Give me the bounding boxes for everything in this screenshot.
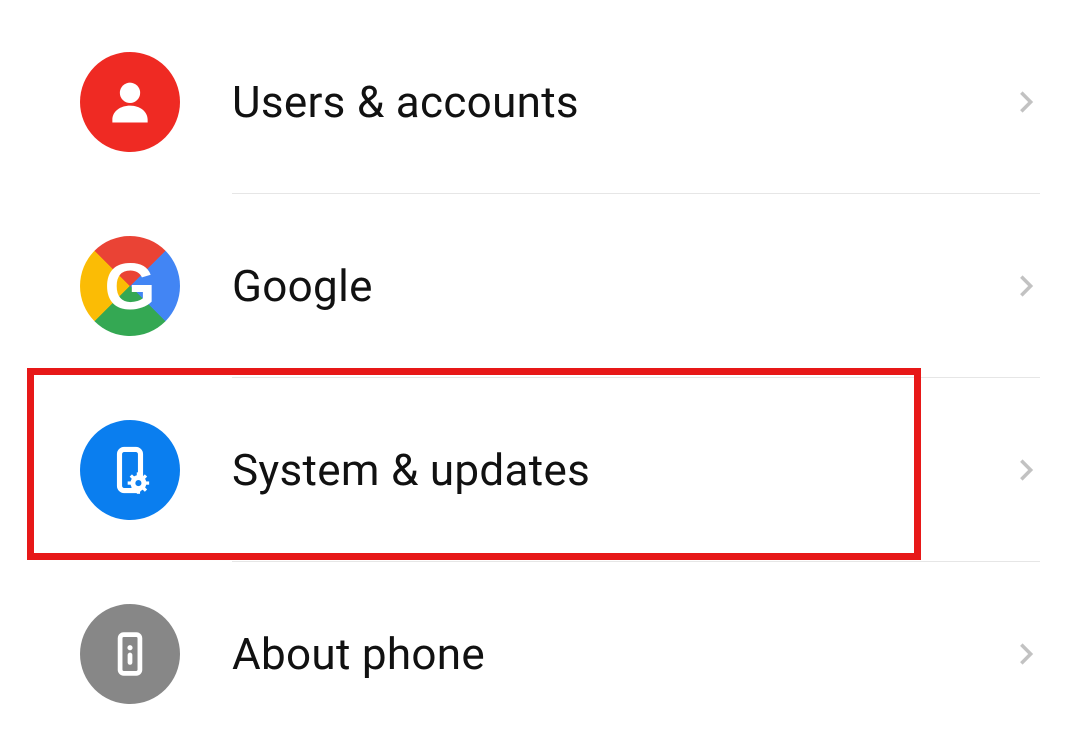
- settings-item-label: System & updates: [232, 444, 590, 496]
- settings-list: Users & accounts G Google: [0, 0, 1080, 745]
- google-icon: G: [80, 236, 180, 336]
- settings-item-label: Google: [232, 260, 373, 312]
- chevron-right-icon: [1012, 88, 1040, 116]
- phone-gear-icon: [80, 420, 180, 520]
- settings-item-users-accounts[interactable]: Users & accounts: [0, 10, 1080, 194]
- chevron-right-icon: [1012, 272, 1040, 300]
- user-icon: [80, 52, 180, 152]
- settings-item-about-phone[interactable]: About phone: [0, 562, 1080, 746]
- chevron-right-icon: [1012, 640, 1040, 668]
- settings-item-system-updates[interactable]: System & updates: [0, 378, 1080, 562]
- settings-item-google[interactable]: G Google: [0, 194, 1080, 378]
- settings-item-label: About phone: [232, 628, 485, 680]
- chevron-right-icon: [1012, 456, 1040, 484]
- settings-item-label: Users & accounts: [232, 76, 579, 128]
- phone-info-icon: [80, 604, 180, 704]
